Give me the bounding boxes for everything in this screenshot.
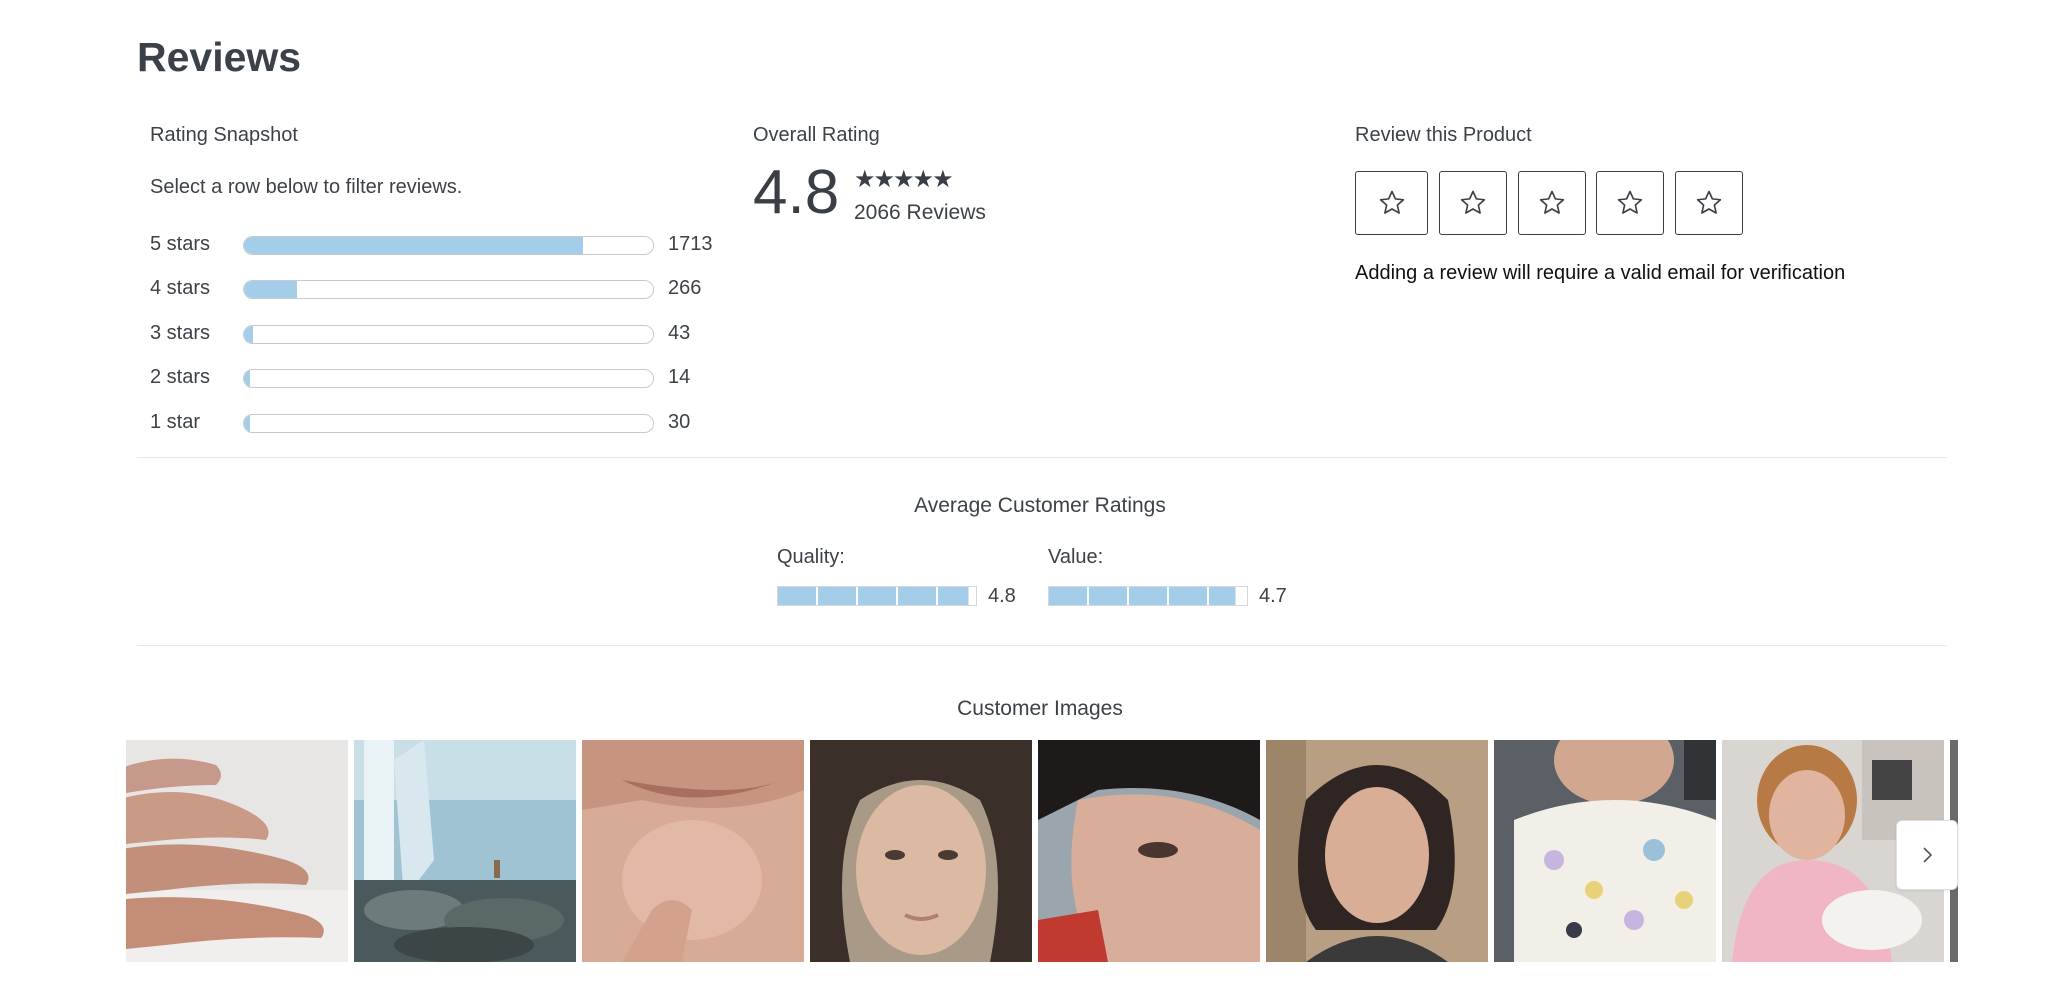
rating-row-count: 14 [668,366,691,388]
rating-segment [1169,587,1209,605]
star-outline-icon [1539,190,1565,214]
rating-row-3[interactable]: 3 stars 43 [150,320,730,350]
rating-row-1[interactable]: 1 star 30 [150,409,730,439]
rating-row-label: 4 stars [150,277,211,299]
rating-row-label: 1 star [150,411,201,433]
rating-row-bar-fill [244,281,298,298]
filter-instruction: Select a row below to filter reviews. [150,176,463,198]
rating-segment [1129,587,1169,605]
rating-row-label: 3 stars [150,322,211,344]
rating-row-count: 30 [668,411,691,433]
rating-segment [898,587,938,605]
review-count: 2066 Reviews [854,201,986,224]
rating-segment [858,587,898,605]
rating-row-count: 266 [668,277,702,299]
rating-row-bar [243,369,654,388]
rating-row-5[interactable]: 5 stars 1713 [150,231,730,261]
customer-image-floral-blouse[interactable] [1494,740,1716,962]
rate-3-star-button[interactable] [1518,171,1586,235]
verification-note: Adding a review will require a valid ema… [1355,262,1846,284]
value-value: 4.7 [1259,585,1287,607]
rating-snapshot-heading: Rating Snapshot [150,124,298,146]
rating-row-count: 43 [668,322,691,344]
value-label: Value: [1048,546,1104,568]
chevron-right-icon [1923,847,1933,863]
section-divider [137,457,1947,458]
rating-segment [1209,587,1247,605]
customer-images-heading: Customer Images [957,697,1123,720]
customer-image-face-1[interactable] [810,740,1032,962]
rate-5-star-button[interactable] [1675,171,1743,235]
customer-image-waterfall[interactable] [354,740,576,962]
rating-row-bar [243,236,654,255]
quality-value: 4.8 [988,585,1016,607]
star-outline-icon [1460,190,1486,214]
section-divider [137,645,1947,646]
rating-row-bar-fill [244,370,251,387]
customer-image-chin[interactable] [582,740,804,962]
rating-segment [818,587,858,605]
rating-row-bar-fill [244,237,584,254]
quality-label: Quality: [777,546,845,568]
rate-4-star-button[interactable] [1596,171,1664,235]
rating-row-4[interactable]: 4 stars 266 [150,275,730,305]
rating-segment [778,587,818,605]
rating-row-bar-fill [244,326,253,343]
review-product-heading: Review this Product [1355,124,1532,146]
rating-segment [938,587,976,605]
rating-row-label: 5 stars [150,233,211,255]
page-title: Reviews [137,34,302,80]
rate-2-star-button[interactable] [1439,171,1507,235]
overall-rating-heading: Overall Rating [753,124,880,146]
rating-segment [1049,587,1089,605]
star-outline-icon [1617,190,1643,214]
rating-row-bar [243,280,654,299]
rating-row-bar-fill [244,415,251,432]
next-images-button[interactable] [1896,820,1958,890]
rating-segment [1089,587,1129,605]
rating-row-label: 2 stars [150,366,211,388]
customer-image-hand[interactable] [126,740,348,962]
rating-row-count: 1713 [668,233,713,255]
average-ratings-heading: Average Customer Ratings [914,494,1166,517]
customer-image-face-2[interactable] [1038,740,1260,962]
rate-1-star-button[interactable] [1355,171,1428,235]
rating-row-bar [243,414,654,433]
star-outline-icon [1379,190,1404,214]
rating-row-bar [243,325,654,344]
value-rating-bar [1048,586,1248,606]
overall-rating-value: 4.8 [753,158,840,227]
overall-stars-icon: ★★★★★ [854,166,954,193]
star-outline-icon [1696,190,1722,214]
quality-rating-bar [777,586,977,606]
rating-row-2[interactable]: 2 stars 14 [150,364,730,394]
customer-image-face-3[interactable] [1266,740,1488,962]
